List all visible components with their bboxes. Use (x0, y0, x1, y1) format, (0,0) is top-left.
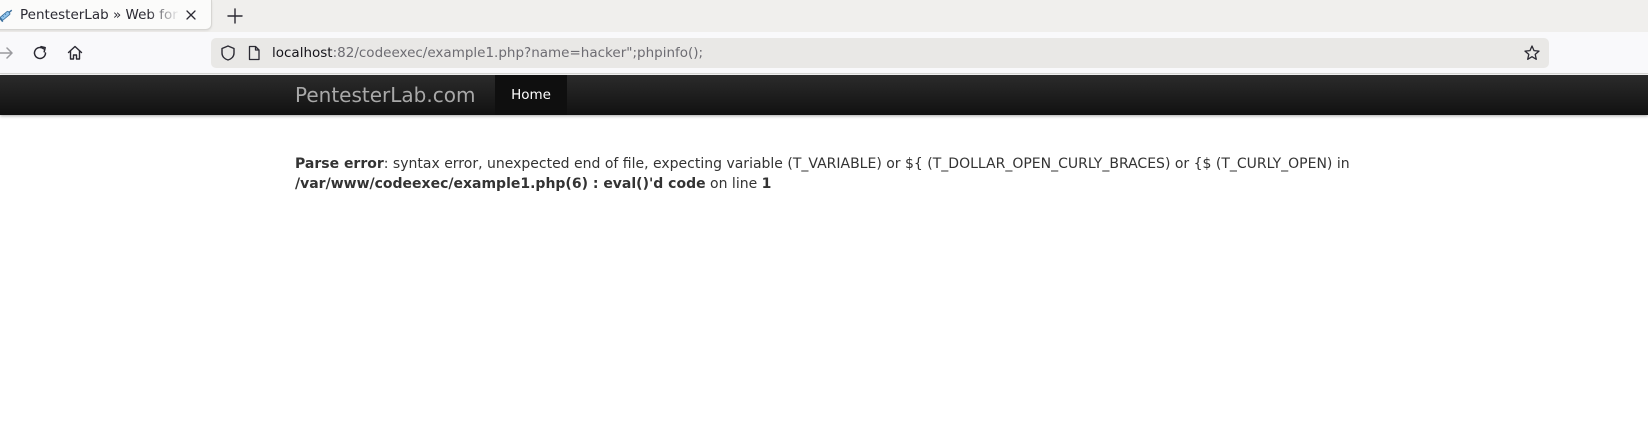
close-icon[interactable] (183, 7, 199, 23)
new-tab-plus-icon[interactable] (224, 5, 246, 27)
url-host: localhost (272, 45, 333, 61)
error-line-prefix: on line (705, 176, 762, 192)
tab-title: PentesterLab » Web for Pentester (20, 7, 180, 23)
error-file: /var/www/codeexec/example1.php(6) : eval… (295, 176, 706, 192)
site-header: PentesterLab.com Home (0, 75, 1648, 115)
error-label: Parse error (295, 156, 384, 172)
shield-icon[interactable] (219, 44, 237, 62)
url-path: :82/codeexec/example1.php?name=hacker";p… (332, 45, 704, 61)
browser-tab[interactable]: PentesterLab » Web for Pentester (0, 0, 212, 30)
brand-link[interactable]: PentesterLab.com (295, 75, 475, 115)
bookmark-star-icon[interactable] (1523, 44, 1541, 62)
home-icon[interactable] (65, 43, 85, 63)
parse-error-message: Parse error: syntax error, unexpected en… (295, 154, 1435, 194)
url-bar[interactable]: localhost:82/codeexec/example1.php?name=… (211, 38, 1549, 68)
navigation-bar: localhost:82/codeexec/example1.php?name=… (0, 32, 1648, 74)
nav-home-link[interactable]: Home (495, 75, 567, 115)
url-text[interactable]: localhost:82/codeexec/example1.php?name=… (272, 38, 703, 68)
tab-strip: PentesterLab » Web for Pentester (0, 0, 1648, 32)
reload-icon[interactable] (30, 43, 50, 63)
error-text: : syntax error, unexpected end of file, … (383, 156, 1350, 172)
forward-arrow-icon[interactable] (0, 43, 16, 63)
error-line-number: 1 (761, 176, 772, 192)
syringe-icon (0, 9, 13, 23)
page-info-icon[interactable] (245, 44, 263, 62)
